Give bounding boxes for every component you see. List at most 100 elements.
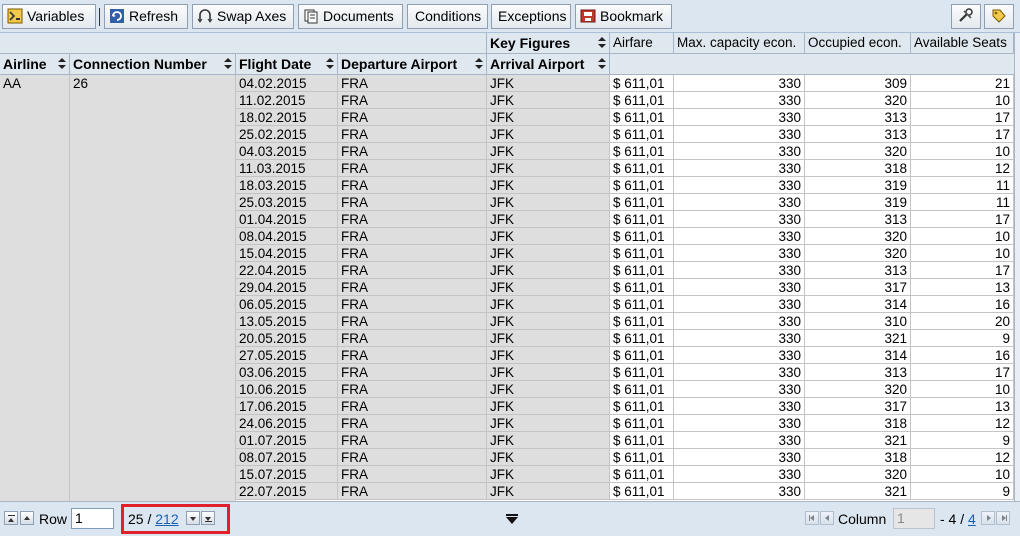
first-row-button[interactable] bbox=[4, 511, 18, 525]
max-capacity-cell: 330 bbox=[674, 245, 805, 262]
sort-icon[interactable] bbox=[597, 37, 606, 49]
occupied-econ-cell: 313 bbox=[805, 364, 911, 381]
airfare-header[interactable]: Airfare bbox=[610, 33, 674, 54]
total-rows-link[interactable]: 212 bbox=[155, 511, 178, 527]
available-seats-cell: 17 bbox=[911, 126, 1014, 143]
variables-icon bbox=[7, 8, 23, 24]
connection-number-header[interactable]: Connection Number bbox=[70, 54, 236, 75]
flight-date-cell: 25.02.2015 bbox=[236, 126, 338, 143]
last-row-button[interactable] bbox=[201, 511, 215, 525]
flight-date-cell: 04.02.2015 bbox=[236, 75, 338, 92]
flight-date-header[interactable]: Flight Date bbox=[236, 54, 338, 75]
sort-icon[interactable] bbox=[474, 58, 483, 70]
arrival-airport-cell: JFK bbox=[487, 109, 610, 126]
max-capacity-cell: 330 bbox=[674, 449, 805, 466]
available-seats-header[interactable]: Available Seats bbox=[911, 33, 1014, 54]
exceptions-button[interactable]: Exceptions bbox=[491, 4, 571, 29]
departure-airport-cell: FRA bbox=[338, 415, 487, 432]
arrival-airport-cell: JFK bbox=[487, 347, 610, 364]
row-input[interactable]: 1 bbox=[71, 508, 114, 529]
swap-axes-button[interactable]: Swap Axes bbox=[192, 4, 294, 29]
occupied-econ-cell: 309 bbox=[805, 75, 911, 92]
airfare-cell: $ 611,01 bbox=[610, 126, 674, 143]
last-column-button[interactable] bbox=[996, 511, 1010, 525]
occupied-econ-cell: 313 bbox=[805, 211, 911, 228]
arrival-airport-cell: JFK bbox=[487, 330, 610, 347]
bookmark-icon bbox=[580, 9, 596, 23]
toolbar-separator bbox=[99, 8, 101, 26]
airfare-cell: $ 611,01 bbox=[610, 109, 674, 126]
airfare-cell: $ 611,01 bbox=[610, 415, 674, 432]
occupied-econ-cell: 320 bbox=[805, 143, 911, 160]
flight-date-cell: 01.04.2015 bbox=[236, 211, 338, 228]
sort-icon[interactable] bbox=[57, 58, 66, 70]
departure-airport-cell: FRA bbox=[338, 449, 487, 466]
occupied-econ-cell: 317 bbox=[805, 279, 911, 296]
available-seats-cell: 17 bbox=[911, 211, 1014, 228]
departure-airport-cell: FRA bbox=[338, 347, 487, 364]
arrival-airport-cell: JFK bbox=[487, 364, 610, 381]
column-count: - 4 / 4 bbox=[940, 511, 976, 527]
sort-icon[interactable] bbox=[223, 58, 232, 70]
available-seats-cell: 16 bbox=[911, 347, 1014, 364]
departure-airport-cell: FRA bbox=[338, 126, 487, 143]
max-capacity-cell: 330 bbox=[674, 296, 805, 313]
refresh-button[interactable]: Refresh bbox=[104, 4, 188, 29]
conditions-button[interactable]: Conditions bbox=[407, 4, 488, 29]
arrival-airport-cell: JFK bbox=[487, 262, 610, 279]
max-capacity-cell: 330 bbox=[674, 381, 805, 398]
column-input[interactable]: 1 bbox=[893, 508, 935, 529]
departure-airport-cell: FRA bbox=[338, 381, 487, 398]
occupied-econ-cell: 319 bbox=[805, 194, 911, 211]
available-seats-cell: 13 bbox=[911, 398, 1014, 415]
airfare-cell: $ 611,01 bbox=[610, 75, 674, 92]
airfare-cell: $ 611,01 bbox=[610, 432, 674, 449]
total-columns-link[interactable]: 4 bbox=[968, 511, 976, 527]
flight-date-cell: 17.06.2015 bbox=[236, 398, 338, 415]
arrival-airport-header[interactable]: Arrival Airport bbox=[487, 54, 610, 75]
airfare-cell: $ 611,01 bbox=[610, 364, 674, 381]
vertical-scrollbar[interactable] bbox=[1014, 33, 1020, 501]
occupied-econ-header[interactable]: Occupied econ. bbox=[805, 33, 911, 54]
available-seats-cell: 20 bbox=[911, 313, 1014, 330]
arrival-airport-cell: JFK bbox=[487, 126, 610, 143]
sort-icon[interactable] bbox=[597, 58, 606, 70]
available-seats-cell: 10 bbox=[911, 92, 1014, 109]
airfare-cell: $ 611,01 bbox=[610, 92, 674, 109]
flight-date-cell: 18.02.2015 bbox=[236, 109, 338, 126]
tag-button[interactable] bbox=[984, 4, 1014, 29]
bookmark-button[interactable]: Bookmark bbox=[575, 4, 672, 29]
departure-airport-header[interactable]: Departure Airport bbox=[338, 54, 487, 75]
airfare-cell: $ 611,01 bbox=[610, 347, 674, 364]
arrival-airport-cell: JFK bbox=[487, 381, 610, 398]
departure-airport-cell: FRA bbox=[338, 432, 487, 449]
arrival-airport-cell: JFK bbox=[487, 245, 610, 262]
next-column-button[interactable] bbox=[981, 511, 995, 525]
previous-row-button[interactable] bbox=[20, 511, 34, 525]
tools-button[interactable] bbox=[951, 4, 981, 29]
available-seats-cell: 11 bbox=[911, 177, 1014, 194]
departure-airport-cell: FRA bbox=[338, 330, 487, 347]
flight-date-cell: 06.05.2015 bbox=[236, 296, 338, 313]
departure-airport-cell: FRA bbox=[338, 160, 487, 177]
max-capacity-cell: 330 bbox=[674, 347, 805, 364]
documents-button[interactable]: Documents bbox=[298, 4, 403, 29]
variables-button[interactable]: Variables bbox=[2, 4, 96, 29]
flight-date-cell: 11.02.2015 bbox=[236, 92, 338, 109]
first-column-button[interactable] bbox=[805, 511, 819, 525]
occupied-econ-cell: 319 bbox=[805, 177, 911, 194]
sort-icon[interactable] bbox=[325, 58, 334, 70]
flight-date-cell: 10.06.2015 bbox=[236, 381, 338, 398]
max-capacity-cell: 330 bbox=[674, 415, 805, 432]
max-capacity-cell: 330 bbox=[674, 194, 805, 211]
key-figures-header[interactable]: Key Figures bbox=[487, 33, 610, 54]
arrival-airport-cell: JFK bbox=[487, 432, 610, 449]
expand-down-icon[interactable] bbox=[506, 514, 518, 525]
previous-column-button[interactable] bbox=[820, 511, 834, 525]
airline-header[interactable]: Airline bbox=[0, 54, 70, 75]
flight-date-cell: 29.04.2015 bbox=[236, 279, 338, 296]
airfare-cell: $ 611,01 bbox=[610, 483, 674, 500]
airfare-cell: $ 611,01 bbox=[610, 160, 674, 177]
next-row-button[interactable] bbox=[186, 511, 200, 525]
max-capacity-header[interactable]: Max. capacity econ. bbox=[674, 33, 805, 54]
